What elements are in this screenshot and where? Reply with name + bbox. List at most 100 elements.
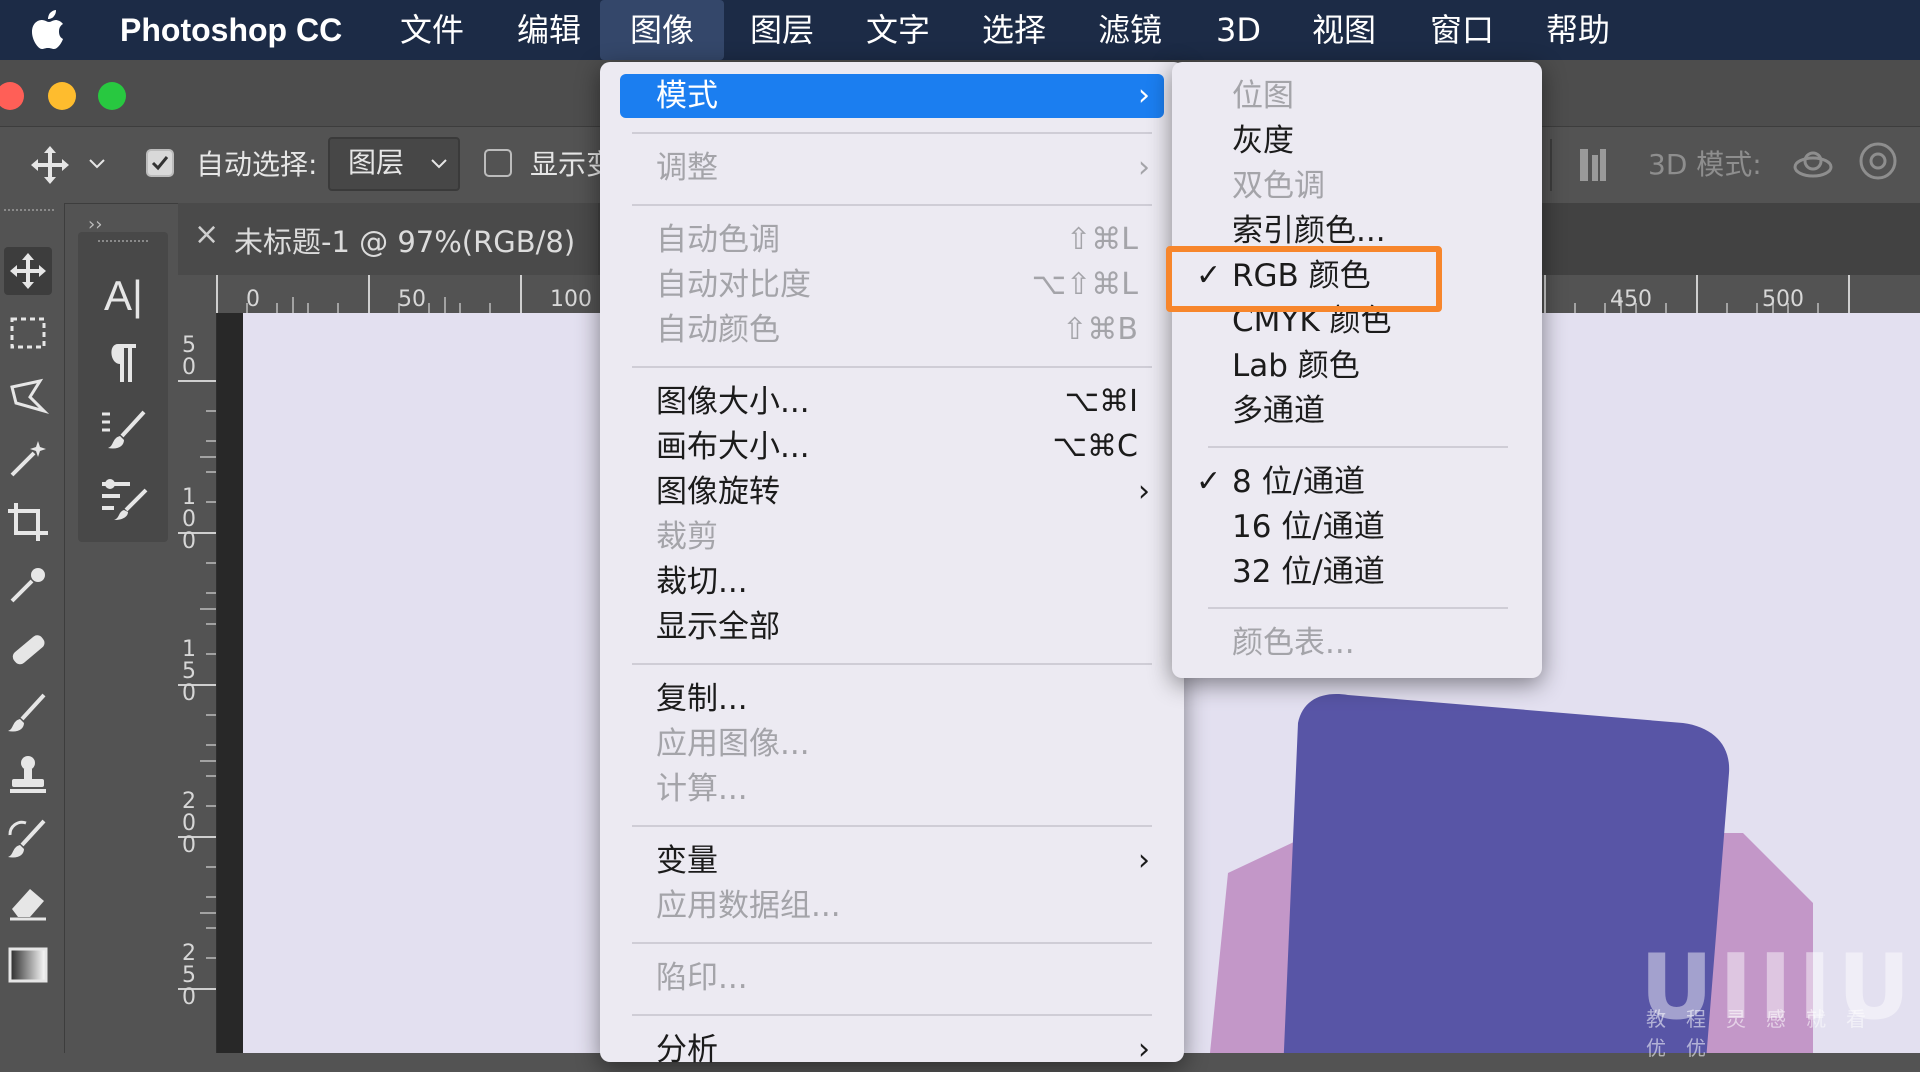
- menu-filter[interactable]: 滤镜: [1068, 0, 1192, 60]
- submenu-item-color-table[interactable]: 颜色表...: [1172, 621, 1542, 665]
- 3d-roll-icon[interactable]: [1856, 139, 1900, 183]
- menu-item-label: 陷印...: [656, 960, 748, 996]
- menu-item-apply-image[interactable]: 应用图像...: [620, 722, 1164, 766]
- magic-wand-tool-button[interactable]: [4, 435, 52, 483]
- brush-icon: [8, 693, 46, 732]
- history-brush-icon: [8, 819, 46, 858]
- panel-grip[interactable]: [98, 240, 148, 248]
- menu-item-crop[interactable]: 裁剪: [620, 515, 1164, 559]
- mac-menu-bar: Photoshop CC 文件 编辑 图像 图层 文字 选择 滤镜 3D 视图 …: [0, 0, 1920, 60]
- menu-item-shortcut: ⌥⌘I: [1064, 384, 1138, 419]
- menu-item-trap[interactable]: 陷印...: [620, 956, 1164, 1000]
- menu-item-reveal-all[interactable]: 显示全部: [620, 605, 1164, 649]
- ruler-label: 200: [182, 789, 196, 858]
- app-name[interactable]: Photoshop CC: [120, 10, 342, 50]
- chevron-right-icon: ›: [1138, 843, 1150, 878]
- show-transform-checkbox[interactable]: [484, 149, 512, 177]
- move-tool-button[interactable]: [4, 247, 52, 295]
- healing-brush-tool-button[interactable]: [4, 625, 52, 673]
- lasso-tool-button[interactable]: [4, 373, 52, 421]
- menu-separator: [632, 942, 1152, 944]
- menu-item-duplicate[interactable]: 复制...: [620, 677, 1164, 721]
- crop-tool-button[interactable]: [4, 499, 52, 547]
- panel-grip[interactable]: [4, 209, 54, 219]
- menu-item-image-rotation[interactable]: 图像旋转 ›: [620, 470, 1164, 514]
- move-tool-icon[interactable]: [28, 143, 72, 187]
- annotation-highlight-box: [1166, 246, 1442, 312]
- menu-layer[interactable]: 图层: [720, 0, 844, 60]
- brush-tool-button[interactable]: [4, 689, 52, 737]
- brush-settings-icon[interactable]: [100, 408, 148, 452]
- menu-3d[interactable]: 3D: [1186, 0, 1291, 60]
- menu-item-mode[interactable]: 模式 ›: [620, 74, 1164, 118]
- chevron-down-icon[interactable]: [88, 157, 106, 171]
- ruler-label: 500: [1762, 287, 1804, 312]
- minimize-window-button[interactable]: [48, 82, 76, 110]
- menu-view[interactable]: 视图: [1282, 0, 1406, 60]
- vertical-ruler[interactable]: 50 100 150 200 250: [178, 313, 217, 1053]
- menu-item-auto-contrast[interactable]: 自动对比度 ⌥⇧⌘L: [620, 263, 1164, 307]
- menu-edit[interactable]: 编辑: [487, 0, 611, 60]
- zoom-window-button[interactable]: [98, 82, 126, 110]
- menu-item-trim[interactable]: 裁切...: [620, 560, 1164, 604]
- auto-select-value: 图层: [348, 146, 405, 179]
- document-title: 未标题-1 @ 97%(RGB/8): [234, 225, 576, 259]
- eyedropper-icon: [10, 568, 45, 603]
- menu-item-auto-tone[interactable]: 自动色调 ⇧⌘L: [620, 218, 1164, 262]
- menu-item-image-size[interactable]: 图像大小... ⌥⌘I: [620, 380, 1164, 424]
- ruler-label: 100: [182, 485, 196, 554]
- menu-help[interactable]: 帮助: [1516, 0, 1640, 60]
- menu-item-auto-color[interactable]: 自动颜色 ⇧⌘B: [620, 308, 1164, 352]
- submenu-item-8-bit[interactable]: ✓ 8 位/通道: [1172, 460, 1542, 504]
- submenu-item-grayscale[interactable]: 灰度: [1172, 119, 1542, 163]
- history-brush-tool-button[interactable]: [4, 815, 52, 863]
- menu-item-adjustments[interactable]: 调整 ›: [620, 146, 1164, 190]
- ruler-label: 100: [550, 287, 592, 312]
- marquee-icon: [10, 317, 46, 349]
- submenu-item-multichannel[interactable]: 多通道: [1172, 389, 1542, 433]
- submenu-item-bitmap[interactable]: 位图: [1172, 74, 1542, 118]
- submenu-item-label: 32 位/通道: [1232, 554, 1385, 590]
- watermark-tagline: 教程灵感就看优优: [1646, 1007, 1886, 1060]
- menu-item-canvas-size[interactable]: 画布大小... ⌥⌘C: [620, 425, 1164, 469]
- checkmark-icon: [151, 156, 169, 171]
- close-tab-icon[interactable]: ×: [194, 217, 219, 252]
- document-tab[interactable]: × 未标题-1 @ 97%(RGB/8): [178, 203, 598, 275]
- submenu-item-32-bit[interactable]: 32 位/通道: [1172, 550, 1542, 594]
- chevron-right-icon: ›: [1138, 1032, 1150, 1067]
- menu-file[interactable]: 文件: [370, 0, 494, 60]
- menu-item-analysis[interactable]: 分析 ›: [620, 1028, 1164, 1072]
- menu-window[interactable]: 窗口: [1400, 0, 1524, 60]
- submenu-item-label: 多通道: [1232, 393, 1325, 429]
- submenu-item-duotone[interactable]: 双色调: [1172, 164, 1542, 208]
- menu-separator: [632, 663, 1152, 665]
- eraser-tool-button[interactable]: [4, 877, 52, 925]
- menu-type[interactable]: 文字: [836, 0, 960, 60]
- brush-presets-icon[interactable]: [100, 476, 150, 520]
- character-panel-icon[interactable]: A|: [104, 272, 143, 320]
- paragraph-icon[interactable]: [104, 340, 140, 384]
- distribute-icon[interactable]: [1578, 147, 1608, 183]
- menu-item-apply-data-set[interactable]: 应用数据组...: [620, 884, 1164, 928]
- menu-item-variables[interactable]: 变量 ›: [620, 839, 1164, 883]
- menu-item-label: 自动颜色: [656, 312, 780, 348]
- stamp-tool-button[interactable]: [4, 751, 52, 799]
- submenu-item-label: 8 位/通道: [1232, 464, 1366, 500]
- auto-select-dropdown[interactable]: 图层: [328, 137, 460, 191]
- submenu-item-label: 颜色表...: [1232, 625, 1355, 661]
- eraser-icon: [10, 889, 46, 921]
- eyedropper-tool-button[interactable]: [4, 561, 52, 609]
- submenu-item-16-bit[interactable]: 16 位/通道: [1172, 505, 1542, 549]
- auto-select-checkbox[interactable]: [146, 149, 174, 177]
- menu-select[interactable]: 选择: [952, 0, 1076, 60]
- marquee-tool-button[interactable]: [4, 309, 52, 357]
- 3d-orbit-icon[interactable]: [1790, 141, 1836, 187]
- menu-image[interactable]: 图像: [600, 0, 725, 60]
- menu-item-calculations[interactable]: 计算...: [620, 767, 1164, 811]
- gradient-tool-button[interactable]: [4, 941, 52, 989]
- submenu-item-label: 双色调: [1232, 168, 1325, 204]
- menu-item-label: 复制...: [656, 681, 748, 717]
- menu-item-shortcut: ⇧⌘B: [1062, 312, 1138, 347]
- submenu-item-lab-color[interactable]: Lab 颜色: [1172, 344, 1542, 388]
- apple-logo-icon[interactable]: [30, 10, 66, 50]
